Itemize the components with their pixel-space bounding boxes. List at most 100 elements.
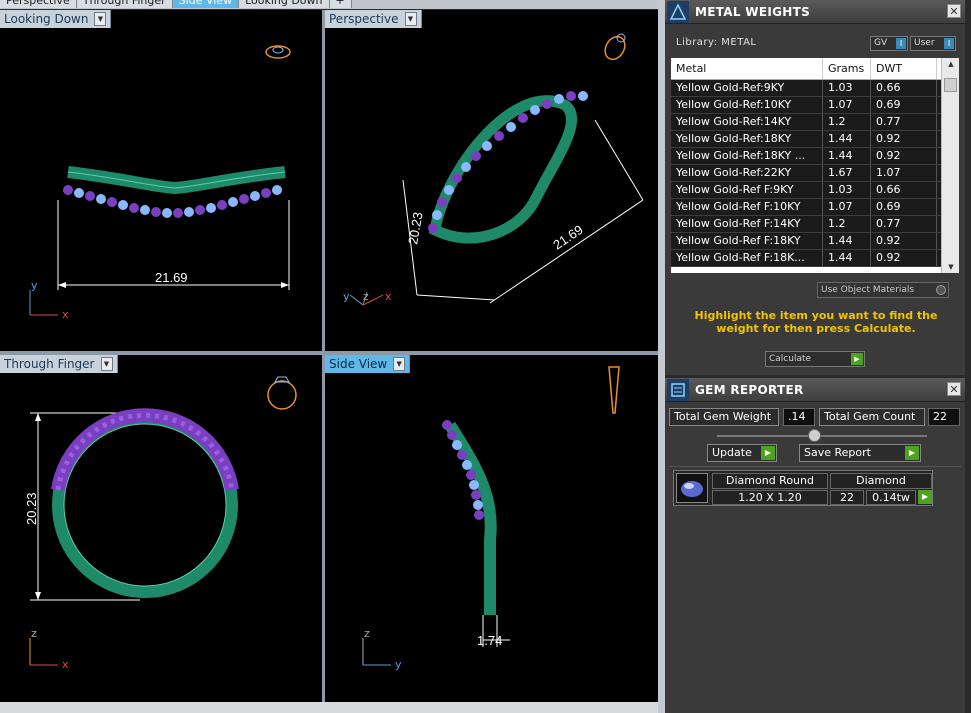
diamond-icon <box>676 473 708 503</box>
gem-row[interactable]: Diamond Round Diamond 1.20 X 1.20 22 0.1… <box>673 470 933 506</box>
viewport-menu-arrow[interactable]: ▼ <box>100 357 113 371</box>
table-cell: Yellow Gold-Ref:10KY <box>671 97 823 113</box>
viewport-side-view[interactable]: 1.74 z y Side View ▼ <box>325 355 658 702</box>
viewport-menu-arrow[interactable]: ▼ <box>404 12 417 26</box>
viewport-looking-down[interactable]: 21.69 y x Looking Down ▼ <box>0 10 322 351</box>
save-report-button[interactable]: Save Report ▶ <box>799 444 921 462</box>
play-arrow-icon[interactable]: ▶ <box>918 490 932 504</box>
viewport-splitter-horizontal[interactable] <box>0 351 658 355</box>
svg-text:y: y <box>343 290 350 303</box>
close-icon[interactable]: ✕ <box>947 382 961 396</box>
table-cell: 0.69 <box>871 97 937 113</box>
table-cell: 1.44 <box>823 148 871 164</box>
view-tab-strip: Perspective Through Finger Side View Loo… <box>0 0 660 9</box>
library-label: Library: METAL <box>676 37 757 48</box>
ring-orientation-icon <box>267 376 297 410</box>
report-icon <box>667 378 689 401</box>
total-gem-weight-label: Total Gem Weight <box>669 408 779 426</box>
viewport-splitter-vertical[interactable] <box>322 10 325 702</box>
table-row[interactable]: Yellow Gold-Ref F:18KY 1.44 0.92 <box>671 233 959 250</box>
table-scrollbar[interactable]: ▲ ▼ <box>941 58 959 273</box>
ring-band <box>444 421 497 615</box>
table-header: Metal Grams DWT <box>671 58 959 80</box>
table-row[interactable]: Yellow Gold-Ref:14KY 1.2 0.77 <box>671 114 959 131</box>
dimension-long-label: 21.69 <box>550 222 585 253</box>
slider-track[interactable] <box>717 435 927 437</box>
svg-text:x: x <box>62 308 69 321</box>
use-object-materials-toggle[interactable]: Use Object Materials <box>817 282 949 298</box>
gem-reporter-panel: GEM REPORTER ✕ Total Gem Weight .14 Tota… <box>665 378 965 713</box>
table-row[interactable]: Yellow Gold-Ref F:9KY 1.03 0.66 <box>671 182 959 199</box>
column-header-grams[interactable]: Grams <box>823 58 871 79</box>
user-toggle[interactable]: User I <box>910 36 956 51</box>
table-cell: 1.2 <box>823 216 871 232</box>
gv-toggle[interactable]: GV I <box>870 36 908 51</box>
status-strip <box>0 702 660 713</box>
table-cell: 1.67 <box>823 165 871 181</box>
update-button[interactable]: Update ▶ <box>707 444 777 462</box>
ring-band <box>67 166 286 195</box>
svg-text:z: z <box>363 290 369 303</box>
play-arrow-icon: ▶ <box>851 353 863 365</box>
table-row[interactable]: Yellow Gold-Ref:10KY 1.07 0.69 <box>671 97 959 114</box>
tab-looking-down[interactable]: Looking Down <box>239 0 330 8</box>
add-tab-button[interactable]: + <box>329 0 352 8</box>
table-cell: 1.03 <box>823 80 871 96</box>
svg-text:x: x <box>62 658 69 671</box>
svg-text:y: y <box>31 279 38 292</box>
table-cell: Yellow Gold-Ref:9KY <box>671 80 823 96</box>
viewport-menu-arrow[interactable]: ▼ <box>94 12 107 26</box>
viewport-perspective[interactable]: 20.23 21.69 y z x Perspective ▼ <box>325 10 658 351</box>
table-cell: 0.77 <box>871 114 937 130</box>
panel-title: METAL WEIGHTS <box>695 4 811 19</box>
scroll-thumb[interactable] <box>944 78 957 92</box>
table-cell: 0.92 <box>871 250 937 266</box>
dimension-label: 20.23 <box>24 492 39 525</box>
ring-orientation-icon <box>608 366 620 414</box>
viewport-label[interactable]: Looking Down ▼ <box>0 10 112 28</box>
viewport-label[interactable]: Side View ▼ <box>325 355 411 373</box>
gem-weight: 0.14tw <box>866 490 916 505</box>
table-cell: Yellow Gold-Ref:22KY <box>671 165 823 181</box>
table-row[interactable]: Yellow Gold-Ref F:14KY 1.2 0.77 <box>671 216 959 233</box>
dimension-label: 21.69 <box>155 270 188 285</box>
svg-text:z: z <box>31 627 37 640</box>
viewport-through-finger[interactable]: 20.23 z x Through Finger ▼ <box>0 355 322 702</box>
viewport-menu-arrow[interactable]: ▼ <box>393 357 406 371</box>
scroll-down-icon[interactable]: ▼ <box>942 261 959 273</box>
total-gem-count-label: Total Gem Count <box>819 408 925 426</box>
table-cell: 0.66 <box>871 182 937 198</box>
table-cell: 1.07 <box>871 165 937 181</box>
column-header-dwt[interactable]: DWT <box>871 58 937 79</box>
table-row[interactable]: Yellow Gold-Ref:9KY 1.03 0.66 <box>671 80 959 97</box>
gem-material: Diamond <box>830 473 932 489</box>
table-row[interactable]: Yellow Gold-Ref:18KY ... 1.44 0.92 <box>671 148 959 165</box>
table-row[interactable]: Yellow Gold-Ref:18KY 1.44 0.92 <box>671 131 959 148</box>
total-gem-count-value: 22 <box>928 408 960 426</box>
scroll-up-icon[interactable]: ▲ <box>942 58 959 70</box>
svg-text:x: x <box>385 290 392 303</box>
table-row[interactable]: Yellow Gold-Ref F:10KY 1.07 0.69 <box>671 199 959 216</box>
table-cell: Yellow Gold-Ref F:9KY <box>671 182 823 198</box>
viewport-label[interactable]: Perspective ▼ <box>325 10 422 28</box>
perspective-scene: 20.23 21.69 y z x <box>343 33 644 306</box>
dimension-short-label: 20.23 <box>405 211 425 246</box>
calculate-button[interactable]: Calculate ▶ <box>765 351 865 367</box>
table-row[interactable]: Yellow Gold-Ref:22KY 1.67 1.07 <box>671 165 959 182</box>
table-cell: 1.44 <box>823 250 871 266</box>
gem-count: 22 <box>830 490 864 505</box>
tab-through-finger[interactable]: Through Finger <box>76 0 173 8</box>
axis-indicator: z x <box>29 627 69 671</box>
viewport-label[interactable]: Through Finger ▼ <box>0 355 118 373</box>
table-cell: 1.44 <box>823 131 871 147</box>
column-header-metal[interactable]: Metal <box>671 58 823 79</box>
tab-perspective[interactable]: Perspective <box>0 0 77 8</box>
tab-side-view[interactable]: Side View <box>172 0 240 8</box>
axis-indicator: y z x <box>343 290 392 306</box>
panel-divider[interactable] <box>658 0 665 713</box>
app-window: Perspective Through Finger Side View Loo… <box>0 0 971 713</box>
table-row[interactable]: Yellow Gold-Ref F:18K... 1.44 0.92 <box>671 250 959 267</box>
slider-knob[interactable] <box>808 429 821 442</box>
side-view-scene: 1.74 z y <box>362 366 620 671</box>
close-icon[interactable]: ✕ <box>947 4 961 18</box>
